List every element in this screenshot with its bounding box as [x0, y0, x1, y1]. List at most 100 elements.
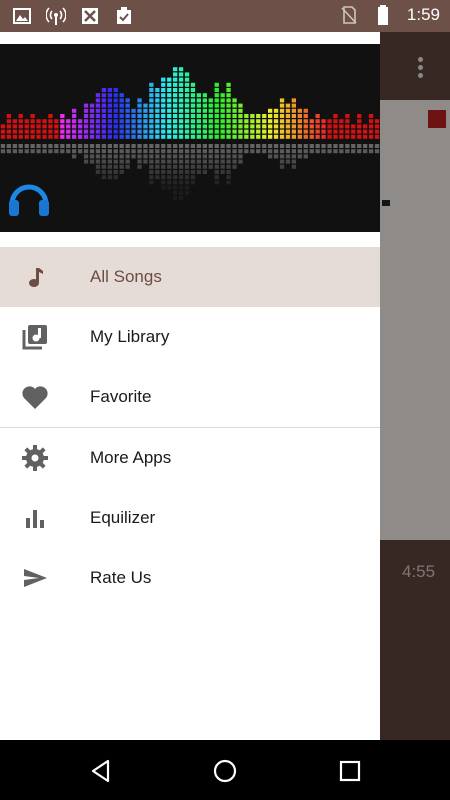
eq-bar-block [167, 82, 172, 87]
eq-bar-block [196, 124, 201, 129]
menu-item-favorite[interactable]: Favorite [0, 367, 380, 427]
eq-bar-block [291, 98, 296, 103]
eq-reflection-block [149, 164, 154, 169]
eq-reflection-block [279, 159, 285, 164]
eq-bar-block [196, 103, 201, 108]
eq-bar-block [297, 134, 302, 139]
eq-reflection-block [89, 149, 95, 154]
eq-bar-block [95, 129, 101, 134]
eq-bar-block [214, 114, 219, 118]
eq-bar-block [357, 114, 362, 118]
eq-reflection-block [190, 149, 196, 154]
eq-bar-block [155, 114, 160, 118]
eq-reflection-block [303, 149, 308, 154]
eq-bar-block [125, 119, 130, 124]
eq-reflection-block [178, 149, 184, 154]
eq-bar-block [113, 88, 118, 92]
eq-reflection-block [226, 149, 231, 154]
eq-bar-block [214, 124, 219, 129]
eq-reflection-block [18, 144, 23, 148]
eq-reflection-block [297, 144, 302, 148]
eq-bar-block [315, 124, 320, 129]
menu-item-my-library[interactable]: My Library [0, 307, 380, 367]
menu-item-more-apps[interactable]: More Apps [0, 428, 380, 488]
eq-bar-block [333, 114, 338, 118]
eq-bar-block [368, 119, 374, 124]
eq-bar-block [83, 124, 89, 129]
eq-reflection-block [18, 149, 23, 154]
eq-reflection-block [268, 149, 273, 154]
eq-bar-block [66, 124, 71, 129]
menu-item-all-songs[interactable]: All Songs [0, 247, 380, 307]
eq-reflection-block [238, 149, 243, 154]
eq-bar-block [155, 134, 160, 139]
eq-bar-block [315, 119, 320, 124]
eq-bar-block [101, 114, 106, 118]
eq-bar-block [315, 134, 320, 139]
eq-bar-block [149, 88, 154, 92]
eq-bar-block [173, 134, 178, 139]
eq-bar-block [131, 129, 136, 134]
eq-bar-block [351, 129, 356, 134]
eq-bar-block [137, 129, 142, 134]
eq-bar-block [184, 119, 190, 124]
eq-reflection-block [161, 159, 166, 164]
eq-bar-block [78, 119, 83, 124]
eq-reflection-block [107, 154, 112, 159]
eq-reflection-block [173, 175, 178, 180]
eq-bar-block [173, 119, 178, 124]
eq-bar-block [24, 124, 29, 129]
eq-reflection-block [262, 144, 267, 148]
menu-item-rate-us[interactable]: Rate Us [0, 548, 380, 608]
eq-reflection-block [232, 144, 237, 148]
eq-reflection-block [137, 164, 142, 169]
eq-bar-block [24, 119, 29, 124]
eq-bar-block [137, 119, 142, 124]
eq-bar-block [173, 108, 178, 113]
eq-bar-block [83, 119, 89, 124]
eq-bar-block [232, 114, 237, 118]
eq-reflection-block [95, 159, 101, 164]
eq-reflection-block [42, 144, 47, 148]
eq-bar-block [30, 129, 35, 134]
eq-bar-block [279, 134, 285, 139]
eq-reflection-block [333, 144, 338, 148]
eq-bar-block [6, 119, 11, 124]
eq-bar-block [107, 129, 112, 134]
eq-reflection-block [161, 185, 166, 190]
eq-bar-block [285, 119, 291, 124]
clipboard-check-icon [117, 7, 131, 24]
eq-bar-block [6, 134, 11, 139]
eq-reflection-block [107, 159, 112, 164]
eq-reflection-block [167, 170, 172, 174]
eq-bar-block [226, 124, 231, 129]
eq-bar-block [268, 114, 273, 118]
eq-bar-block [238, 134, 243, 139]
eq-bar-block [184, 108, 190, 113]
eq-reflection-block [178, 159, 184, 164]
eq-bar-block [66, 119, 71, 124]
eq-reflection-block [178, 170, 184, 174]
recents-icon[interactable] [337, 758, 363, 784]
eq-bar-block [89, 134, 95, 139]
eq-bar-block [149, 82, 154, 87]
eq-bar-block [30, 124, 35, 129]
eq-bar-block [327, 129, 332, 134]
eq-reflection-block [327, 149, 332, 154]
eq-bar-block [208, 108, 213, 113]
eq-reflection-block [113, 170, 118, 174]
system-status: 1:59 [339, 5, 440, 25]
eq-bar-block [131, 114, 136, 118]
home-icon[interactable] [212, 758, 238, 784]
eq-reflection-block [374, 144, 380, 148]
back-icon[interactable] [88, 758, 114, 784]
menu-item-equalizer[interactable]: Equilizer [0, 488, 380, 548]
eq-bar-block [149, 103, 154, 108]
eq-bar-block [214, 119, 219, 124]
eq-bar-block [137, 114, 142, 118]
eq-reflection-block [0, 149, 6, 154]
eq-reflection-block [339, 144, 344, 148]
eq-bar-block [196, 98, 201, 103]
eq-bar-block [208, 134, 213, 139]
eq-reflection-block [12, 149, 17, 154]
